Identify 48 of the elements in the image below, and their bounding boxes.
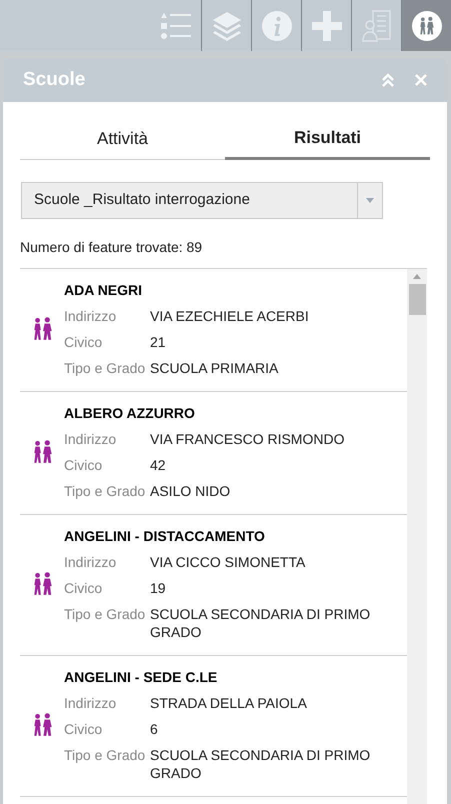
field-label: Civico	[64, 332, 104, 350]
school-name: ANGELINI - DISTACCAMENTO	[64, 526, 266, 544]
scrollbar[interactable]	[407, 268, 427, 804]
field-value: SCUOLA SECONDARIA DI PRIMO GRADO	[150, 604, 372, 640]
layer-dropdown[interactable]: Scuole _Risultato interrogazione	[21, 182, 383, 218]
collapse-button[interactable]	[381, 73, 395, 87]
dropdown-arrow-icon	[366, 198, 374, 202]
close-button[interactable]	[415, 74, 427, 86]
panel-title: Scuole	[23, 68, 86, 92]
field-label: Indirizzo	[64, 430, 118, 448]
field-value: 21	[150, 332, 167, 350]
field-value: VIA EZECHIELE ACERBI	[150, 306, 310, 324]
plus-icon	[310, 10, 342, 42]
tab[interactable]: Attività	[20, 125, 225, 160]
info-icon	[260, 10, 292, 42]
field-value: SCUOLA SECONDARIA DI PRIMO GRADO	[150, 746, 372, 782]
feature-count: Numero di feature trovate: 89	[20, 238, 204, 256]
field-label: Tipo e Grado	[64, 746, 146, 765]
field-label: Tipo e Grado	[64, 358, 146, 376]
school-name: ANGELINI - SEDE C.LE	[64, 668, 218, 686]
person-building-icon	[360, 8, 392, 42]
field-value: 42	[150, 456, 167, 474]
field-label: Civico	[64, 720, 104, 738]
close-icon	[415, 74, 427, 86]
tab[interactable]: Risultati	[225, 125, 430, 160]
toolbar-button[interactable]	[401, 0, 451, 51]
field-label: Indirizzo	[64, 694, 118, 712]
field-label: Tipo e Grado	[64, 604, 146, 624]
field-value: STRADA DELLA PAIOLA	[150, 694, 308, 712]
field-value: ASILO NIDO	[150, 482, 232, 500]
field-label: Indirizzo	[64, 552, 118, 570]
legend-list-icon	[160, 12, 192, 40]
field-value: SCUOLA PRIMARIA	[150, 358, 280, 376]
field-label: Civico	[64, 578, 104, 596]
school-name: ADA NEGRI	[64, 280, 144, 298]
field-value: VIA FRANCESCO RISMONDO	[150, 430, 346, 448]
field-label: Tipo e Grado	[64, 482, 146, 500]
scroll-thumb[interactable]	[408, 284, 426, 314]
field-value: 6	[150, 720, 159, 738]
school-name: ALBERO AZZURRO	[64, 404, 196, 422]
field-label: Indirizzo	[64, 306, 118, 324]
double-chevron-up-icon	[381, 73, 395, 87]
school-children-icon	[412, 10, 442, 40]
field-value: VIA CICCO SIMONETTA	[150, 552, 306, 570]
scroll-up-icon	[413, 274, 421, 278]
field-value: 19	[150, 578, 167, 596]
field-label: Civico	[64, 456, 104, 474]
layers-icon	[210, 10, 242, 42]
